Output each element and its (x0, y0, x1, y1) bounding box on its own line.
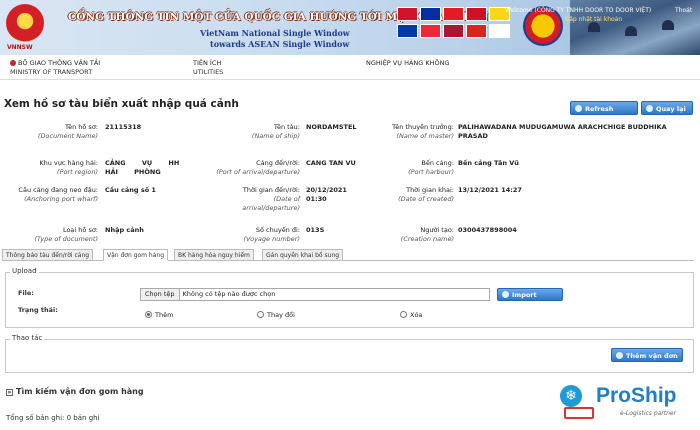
port-region-label: Khu vực hàng hải: (Port region) (39, 159, 98, 176)
ship-name-value: NORDAMSTEL (306, 123, 357, 131)
tab-arrival-notice[interactable]: Thông báo tàu đến/rời cảng (2, 249, 94, 261)
refresh-button[interactable]: Refresh (570, 101, 638, 115)
voyage-value: 013S (306, 226, 325, 234)
refresh-icon (575, 105, 582, 112)
proship-watermark: ❄ ProShip e-Logistics partner (560, 383, 698, 423)
asean-flags (397, 7, 519, 41)
radio-delete-label: Xóa (410, 311, 423, 319)
master-name-label: Tên thuyền trưởng: (Name of master) (392, 123, 454, 140)
arrival-time-label: Thời gian đến/rời: (Date of arrival/depar… (242, 186, 300, 212)
upload-legend: Upload (10, 267, 39, 275)
watermark-name: ProShip (596, 384, 677, 407)
country-flag-icon (489, 24, 510, 38)
nav-item-title: TIỆN ÍCH (193, 59, 222, 67)
ministry-icon (10, 60, 16, 66)
add-icon (616, 352, 623, 359)
nav-item-title: BỘ GIAO THÔNG VẬN TẢI (18, 59, 101, 67)
nav-item-ministry[interactable]: BỘ GIAO THÔNG VẬN TẢI MINISTRY OF TRANSP… (10, 59, 100, 77)
country-flag-icon (397, 7, 418, 21)
import-icon (502, 291, 509, 298)
tab-consolidated-bill[interactable]: Vận đơn gom hàng (103, 249, 169, 261)
country-flag-icon (466, 7, 487, 21)
nav-item-title: NGHIỆP VỤ HÀNG KHÔNG (366, 59, 450, 67)
country-flag-icon (466, 24, 487, 38)
logout-link[interactable]: Thoát (675, 7, 692, 14)
back-button[interactable]: Quay lại (641, 101, 693, 115)
site-banner: VNNSW CỔNG THÔNG TIN MỘT CỬA QUỐC GIA HƯ… (0, 0, 700, 55)
voyage-label: Số chuyến đi: (Voyage number) (243, 226, 300, 243)
radio-add-label: Thêm (155, 311, 174, 319)
actions-legend: Thao tác (10, 334, 45, 342)
account-update-link[interactable]: Cập nhật tài khoản (565, 16, 622, 23)
creator-value: 0300437898004 (458, 226, 517, 234)
nav-item-subtitle: UTILITIES (193, 68, 224, 76)
port-arrival-label: Cảng đến/rời: (Port of arrival/departure) (216, 159, 300, 176)
watermark-tagline: e-Logistics partner (620, 410, 677, 417)
created-time-label: Thời gian khai: (Date of created) (398, 186, 454, 203)
creator-label: Người tạo: (Creation name) (400, 226, 454, 243)
national-emblem-logo (6, 4, 44, 42)
import-button[interactable]: Import (497, 288, 563, 301)
anchoring-value: Cầu cảng số 1 (105, 186, 156, 194)
expand-toggle-icon: » (6, 389, 13, 396)
anchoring-label: Cầu cảng đang neo đậu: (Anchoring port wh… (18, 186, 98, 203)
doc-name-label: Tên hồ sơ: (Document Name) (38, 123, 98, 140)
tab-assign-rights[interactable]: Gán quyền khai bổ sung (262, 249, 344, 261)
master-name-value: PALIHAWADANA MUDUGAMUWA ARACHCHIGE BUDDH… (458, 123, 667, 140)
port-region-value: CẢNG VỤ HH HẢI PHÒNG (105, 159, 180, 176)
search-title: Tìm kiếm vận đơn gom hàng (16, 387, 144, 396)
port-arrival-value: CANG TAN VU (306, 159, 356, 167)
file-name-text: Không có tệp nào được chọn (182, 290, 276, 298)
choose-file-button[interactable]: Chọn tệp (141, 289, 180, 300)
snowflake-icon: ❄ (560, 385, 582, 407)
add-bill-button[interactable]: Thêm vận đơn (611, 348, 683, 362)
back-icon (646, 105, 653, 112)
created-time-value: 13/12/2021 14:27 (458, 186, 522, 194)
nav-item-subtitle: MINISTRY OF TRANSPORT (10, 68, 93, 76)
back-label: Quay lại (656, 105, 686, 113)
ship-name-label: Tên tàu: (Name of ship) (251, 123, 300, 140)
radio-selected-icon (145, 311, 152, 318)
radio-change[interactable]: Thay đổi (257, 311, 295, 319)
country-flag-icon (443, 24, 464, 38)
tab-dangerous-goods[interactable]: BK hàng hóa nguy hiểm (174, 249, 254, 261)
total-records: Tổng số bản ghi: 0 bản ghi (6, 414, 100, 422)
truck-icon (564, 407, 594, 419)
banner-subtitle-2: towards ASEAN Single Window (210, 39, 350, 49)
country-flag-icon (420, 24, 441, 38)
radio-delete[interactable]: Xóa (400, 311, 422, 319)
nav-item-utilities[interactable]: TIỆN ÍCH UTILITIES (193, 59, 223, 77)
search-section-header[interactable]: » Tìm kiếm vận đơn gom hàng (6, 387, 144, 396)
user-welcome-link[interactable]: Welcome (CÔNG TY TNHH DOOR TO DOOR VIỆT) (505, 7, 651, 14)
radio-add[interactable]: Thêm (145, 311, 173, 319)
port-harbour-label: Bến cảng: (Port harbour) (408, 159, 454, 176)
nav-item-aviation[interactable]: NGHIỆP VỤ HÀNG KHÔNG (366, 59, 450, 68)
country-flag-icon (420, 7, 441, 21)
radio-icon (257, 311, 264, 318)
status-label: Trạng thái: (18, 306, 58, 314)
doc-type-label: Loại hồ sơ: (Type of document) (34, 226, 98, 243)
radio-change-label: Thay đổi (267, 311, 295, 319)
file-label: File: (18, 289, 34, 297)
doc-name-value: 21115318 (105, 123, 142, 131)
add-bill-label: Thêm vận đơn (626, 352, 678, 360)
top-nav: BỘ GIAO THÔNG VẬN TẢI MINISTRY OF TRANSP… (0, 55, 700, 80)
arrival-time-value: 20/12/2021 01:30 (306, 186, 347, 203)
radio-icon (400, 311, 407, 318)
banner-subtitle-1: VietNam National Single Window (200, 28, 350, 38)
actions-panel (5, 339, 694, 373)
doc-type-value: Nhập cảnh (105, 226, 144, 234)
file-input[interactable]: Chọn tệp Không có tệp nào được chọn (140, 288, 490, 301)
logo-text: VNNSW (7, 44, 33, 51)
port-harbour-value: Bến cảng Tân Vũ (458, 159, 519, 167)
refresh-label: Refresh (585, 105, 614, 113)
country-flag-icon (397, 24, 418, 38)
import-label: Import (512, 291, 537, 299)
page-title: Xem hồ sơ tàu biển xuất nhập quá cảnh (4, 98, 239, 110)
country-flag-icon (443, 7, 464, 21)
